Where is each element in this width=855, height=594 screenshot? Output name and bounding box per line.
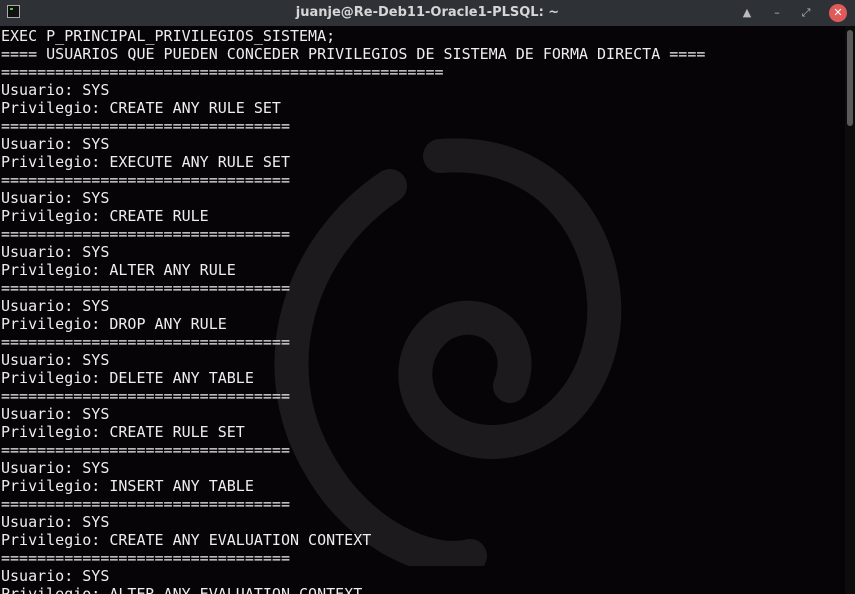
terminal-line: ================================ — [1, 549, 290, 567]
scrollbar[interactable] — [845, 26, 855, 594]
terminal-line: ================================ — [1, 387, 290, 405]
terminal-line: Usuario: SYS — [1, 405, 110, 423]
terminal-line: Usuario: SYS — [1, 189, 110, 207]
terminal-line: ================================ — [1, 495, 290, 513]
terminal-line: Usuario: SYS — [1, 297, 110, 315]
terminal-line: Privilegio: CREATE ANY RULE SET — [1, 99, 281, 117]
terminal-line: Privilegio: CREATE RULE — [1, 207, 209, 225]
terminal-line: Usuario: SYS — [1, 513, 110, 531]
terminal-line: Privilegio: ALTER ANY EVALUATION CONTEXT — [1, 585, 363, 594]
terminal-line: ========================================… — [1, 63, 444, 81]
terminal-line: ================================ — [1, 333, 290, 351]
minimize-button[interactable]: – — [768, 4, 786, 22]
terminal-line: Usuario: SYS — [1, 459, 110, 477]
keep-above-button[interactable]: ▲ — [738, 4, 756, 22]
scrollbar-thumb[interactable] — [847, 30, 853, 126]
terminal-line: Privilegio: INSERT ANY TABLE — [1, 477, 254, 495]
terminal-line: Privilegio: ALTER ANY RULE — [1, 261, 236, 279]
terminal-line: Privilegio: CREATE ANY EVALUATION CONTEX… — [1, 531, 372, 549]
terminal-line: Usuario: SYS — [1, 81, 110, 99]
terminal-line: ================================ — [1, 117, 290, 135]
window-title: juanje@Re-Deb11-Oracle1-PLSQL: ~ — [295, 5, 560, 20]
title-bar: juanje@Re-Deb11-Oracle1-PLSQL: ~ ▲ – ⤢ ✕ — [0, 0, 855, 26]
terminal-line: ================================ — [1, 171, 290, 189]
terminal-line: Privilegio: DROP ANY RULE — [1, 315, 227, 333]
terminal-line: EXEC P_PRINCIPAL_PRIVILEGIOS_SISTEMA; — [1, 27, 336, 45]
terminal-line: Usuario: SYS — [1, 243, 110, 261]
terminal-line: Privilegio: EXECUTE ANY RULE SET — [1, 153, 290, 171]
terminal-line: Usuario: SYS — [1, 351, 110, 369]
terminal-line: Usuario: SYS — [1, 135, 110, 153]
maximize-button[interactable]: ⤢ — [797, 4, 815, 22]
terminal-line: Privilegio: DELETE ANY TABLE — [1, 369, 254, 387]
terminal-line: Privilegio: CREATE RULE SET — [1, 423, 245, 441]
terminal-output[interactable]: EXEC P_PRINCIPAL_PRIVILEGIOS_SISTEMA; ===… — [0, 26, 845, 594]
terminal-line: Usuario: SYS — [1, 567, 110, 585]
terminal-line: ================================ — [1, 279, 290, 297]
terminal-line: ================================ — [1, 441, 290, 459]
terminal-line: ================================ — [1, 225, 290, 243]
terminal-line: ==== USUARIOS QUE PUEDEN CONCEDER PRIVIL… — [1, 45, 706, 63]
close-button[interactable]: ✕ — [829, 4, 847, 22]
terminal-lines: EXEC P_PRINCIPAL_PRIVILEGIOS_SISTEMA; ===… — [1, 27, 705, 594]
